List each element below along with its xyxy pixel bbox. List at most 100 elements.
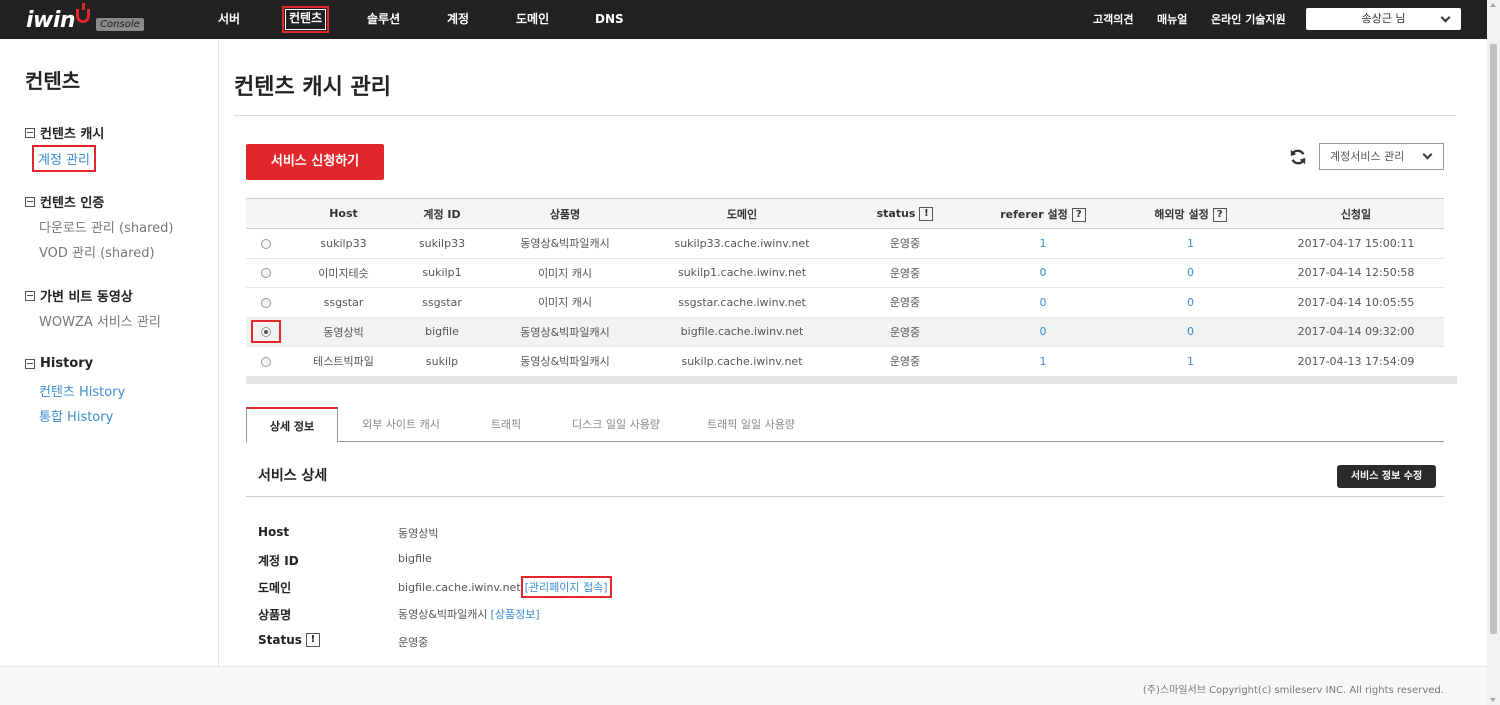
detail-status-label: Status ! [258,633,320,647]
copyright-text: (주)스마일서브 Copyright(c) smileserv INC. All… [1142,685,1444,696]
manual-link[interactable]: 매뉴얼 [1157,0,1187,39]
cell-status: 운영중 [837,287,973,318]
service-table: Host 계정 ID 상품명 도메인 status! referer 설정? 해… [246,198,1444,377]
header-referer: referer 설정? [973,198,1113,229]
apply-service-button[interactable]: 서비스 신청하기 [246,144,384,180]
cell-date: 2017-04-14 09:32:00 [1268,317,1444,347]
tab-traffic-daily[interactable]: 트래픽 일일 사용량 [686,407,816,442]
row-radio[interactable] [261,297,271,308]
cell-host: 동영상빅 [286,317,401,347]
referer-help-icon[interactable]: ? [1071,207,1086,222]
row-radio[interactable] [261,238,271,249]
nav-contents[interactable]: 컨텐츠 [282,6,330,33]
service-type-select[interactable]: 계정서비스 관리 [1319,143,1444,170]
sidebar-group-content-auth[interactable]: 컨텐츠 인증 [25,192,104,211]
header-status-label: status [876,206,916,220]
detail-account-label: 계정 ID [258,554,299,568]
overseas-help-icon[interactable]: ? [1212,207,1227,222]
row-radio[interactable] [261,268,271,279]
cell-referer-link[interactable]: 0 [973,258,1113,288]
iwin-logo[interactable]: iwin Console [26,3,144,34]
sidebar-title: 컨텐츠 [25,69,81,93]
cell-domain: sukilp1.cache.iwinv.net [647,258,837,288]
page-scrollbar[interactable] [1487,0,1500,705]
sidebar-group-label: History [40,356,94,371]
cell-overseas-link[interactable]: 0 [1113,317,1268,347]
detail-tabs: 상세 정보 외부 사이트 캐시 트래픽 디스크 일일 사용량 트래픽 일일 사용… [246,407,1444,443]
collapse-icon[interactable] [25,196,35,207]
user-menu-select[interactable]: 송상근 님 [1306,8,1461,30]
product-info-link[interactable]: [상품정보] [491,606,540,622]
cell-overseas-link[interactable]: 0 [1113,287,1268,318]
scroll-up-arrow-icon[interactable] [1490,3,1496,7]
row-select-cell[interactable] [246,228,286,259]
feedback-link[interactable]: 고객의견 [1093,0,1133,39]
logo-mark-icon [76,3,91,23]
selected-radio-highlight[interactable] [251,320,281,344]
cell-referer-link[interactable]: 0 [973,287,1113,318]
sidebar-item-content-history[interactable]: 컨텐츠 History [39,381,125,400]
table-header-row: Host 계정 ID 상품명 도메인 status! referer 설정? 해… [246,198,1444,229]
header-overseas-label: 해외망 설정 [1154,207,1209,221]
header-domain: 도메인 [647,198,837,229]
table-horizontal-scrollbar[interactable] [246,376,1457,384]
user-name: 송상근 님 [1361,12,1406,25]
sidebar-item-vod-manage[interactable]: VOD 관리 (shared) [39,242,155,261]
table-row-selected[interactable]: 동영상빅 bigfile 동영상&빅파일캐시 bigfile.cache.iwi… [246,317,1444,347]
nav-account[interactable]: 계정 [447,0,469,39]
cell-product: 동영상&빅파일캐시 [483,346,647,377]
header-overseas: 해외망 설정? [1113,198,1268,229]
cell-overseas-link[interactable]: 1 [1113,228,1268,259]
sidebar-item-wowza[interactable]: WOWZA 서비스 관리 [39,311,161,330]
tab-external-cache[interactable]: 외부 사이트 캐시 [346,407,456,442]
row-radio[interactable] [261,356,271,367]
page-title: 컨텐츠 캐시 관리 [234,75,391,100]
footer: (주)스마일서브 Copyright(c) smileserv INC. All… [0,666,1487,705]
scroll-thumb[interactable] [1490,44,1497,634]
edit-service-button[interactable]: 서비스 정보 수정 [1337,465,1436,488]
status-info-icon[interactable]: ! [305,633,320,647]
nav-dns[interactable]: DNS [595,0,624,39]
scroll-down-arrow-icon[interactable] [1490,698,1496,702]
sidebar-item-download-manage[interactable]: 다운로드 관리 (shared) [39,217,173,236]
cell-date: 2017-04-17 15:00:11 [1268,228,1444,259]
row-select-cell[interactable] [246,258,286,288]
row-select-cell[interactable] [246,346,286,377]
cell-host: sukilp33 [286,228,401,259]
refresh-icon[interactable] [1289,148,1307,166]
cell-account-id: sukilp1 [401,258,483,288]
nav-solution[interactable]: 솔루션 [367,0,400,39]
admin-page-link[interactable]: [관리페이지 접속] [520,576,612,598]
row-select-cell[interactable] [246,287,286,318]
row-radio-checked[interactable] [261,327,271,338]
nav-server[interactable]: 서버 [218,0,240,39]
tab-detail-info[interactable]: 상세 정보 [246,407,338,443]
cell-host: ssgstar [286,287,401,318]
nav-domain[interactable]: 도메인 [516,0,549,39]
row-select-cell[interactable] [246,317,286,347]
cell-product: 이미지 캐시 [483,287,647,318]
table-row[interactable]: ssgstar ssgstar 이미지 캐시 ssgstar.cache.iwi… [246,287,1444,318]
detail-domain-value: bigfile.cache.iwinv.net [398,580,521,594]
table-row[interactable]: 이미지테슷 sukilp1 이미지 캐시 sukilp1.cache.iwinv… [246,258,1444,288]
collapse-icon[interactable] [25,358,35,369]
cell-overseas-link[interactable]: 0 [1113,258,1268,288]
collapse-icon[interactable] [25,290,35,301]
tech-support-link[interactable]: 온라인 기술지원 [1211,0,1286,39]
cell-host: 테스트빅파일 [286,346,401,377]
cell-referer-link[interactable]: 1 [973,228,1113,259]
sidebar-item-total-history[interactable]: 통합 History [39,406,113,425]
cell-referer-link[interactable]: 1 [973,346,1113,377]
status-info-icon[interactable]: ! [919,206,934,221]
tab-disk-daily[interactable]: 디스크 일일 사용량 [551,407,681,442]
sidebar-group-adaptive-bitrate[interactable]: 가변 비트 동영상 [25,286,133,305]
sidebar-group-content-cache[interactable]: 컨텐츠 캐시 [25,123,104,142]
table-row[interactable]: 테스트빅파일 sukilp 동영상&빅파일캐시 sukilp.cache.iwi… [246,346,1444,377]
sidebar-group-history[interactable]: History [25,356,93,371]
sidebar-item-account-manage[interactable]: 계정 관리 [32,145,96,172]
table-row[interactable]: sukilp33 sukilp33 동영상&빅파일캐시 sukilp33.cac… [246,228,1444,259]
tab-traffic[interactable]: 트래픽 [466,407,546,442]
cell-referer-link[interactable]: 0 [973,317,1113,347]
cell-overseas-link[interactable]: 1 [1113,346,1268,377]
collapse-icon[interactable] [25,127,35,138]
